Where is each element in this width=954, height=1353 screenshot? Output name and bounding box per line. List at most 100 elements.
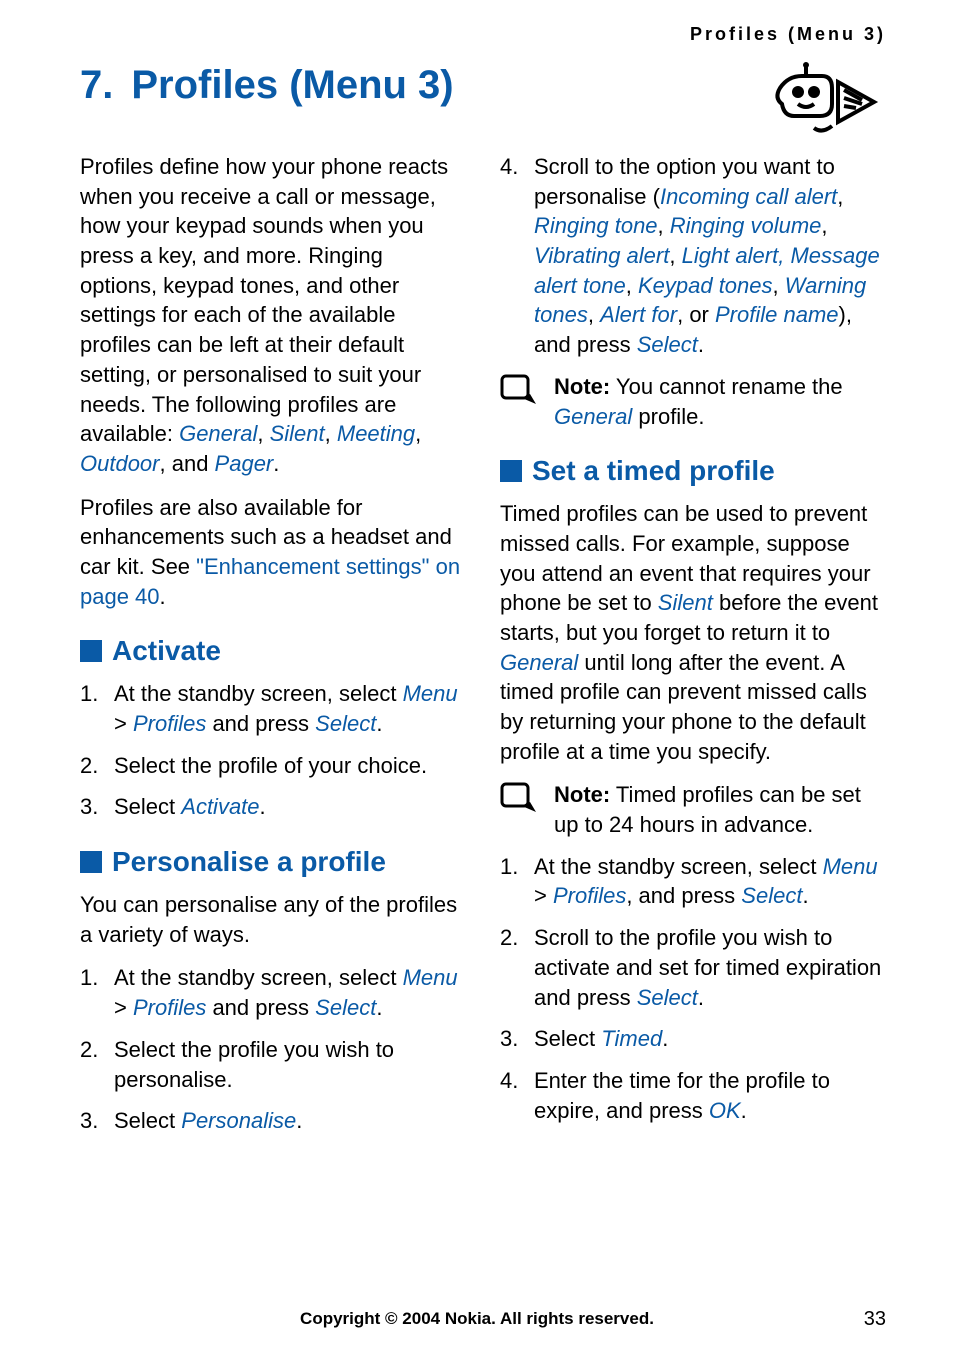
step-number: 4. [500, 152, 518, 182]
text: Enter the time for the profile to expire… [534, 1068, 830, 1123]
text: You cannot rename the [610, 374, 842, 399]
select-option: Select [741, 883, 802, 908]
list-item: 2. Select the profile of your choice. [80, 751, 466, 781]
incoming-call-alert-option: Incoming call alert [660, 184, 837, 209]
set-timed-profile-title: Set a timed profile [532, 455, 775, 487]
running-header: Profiles (Menu 3) [80, 24, 886, 45]
list-item: 3.Select Personalise. [80, 1106, 466, 1136]
personalise-intro: You can personalise any of the profiles … [80, 890, 466, 949]
text: profile. [632, 404, 704, 429]
silent-option: Silent [658, 590, 713, 615]
note-icon [500, 782, 540, 818]
page-footer: Copyright © 2004 Nokia. All rights reser… [0, 1309, 954, 1329]
left-column: Profiles define how your phone reacts wh… [80, 152, 466, 1148]
note-label: Note: [554, 374, 610, 399]
step-number: 3. [80, 792, 98, 822]
text: Scroll to the profile you wish to activa… [534, 925, 881, 1009]
ok-option: OK [709, 1098, 741, 1123]
text: Select [114, 794, 181, 819]
activate-steps: 1.At the standby screen, select Menu > P… [80, 679, 466, 822]
text: Select the profile you wish to personali… [114, 1037, 394, 1092]
list-item: 4. Enter the time for the profile to expi… [500, 1066, 886, 1125]
select-option: Select [637, 985, 698, 1010]
text: At the standby screen, select [534, 854, 823, 879]
menu-option: Menu [823, 854, 878, 879]
ringing-volume-option: Ringing volume [670, 213, 822, 238]
step-number: 1. [500, 852, 518, 882]
profiles-option: Profiles [133, 711, 206, 736]
square-bullet-icon [80, 851, 102, 873]
page-number: 33 [864, 1308, 886, 1331]
step-number: 3. [500, 1024, 518, 1054]
note-cannot-rename: Note: You cannot rename the General prof… [500, 372, 886, 431]
profiles-chapter-icon [766, 60, 886, 143]
intro-paragraph-2: Profiles are also available for enhancem… [80, 493, 466, 612]
step-number: 1. [80, 963, 98, 993]
timed-option: Timed [601, 1026, 662, 1051]
silent-option: Silent [270, 421, 325, 446]
text: Profiles define how your phone reacts wh… [80, 154, 448, 446]
select-option: Select [315, 711, 376, 736]
square-bullet-icon [500, 460, 522, 482]
step-number: 2. [80, 751, 98, 781]
square-bullet-icon [80, 640, 102, 662]
text: > [534, 883, 553, 908]
text: Select the profile of your choice. [114, 753, 427, 778]
set-timed-profile-steps: 1. At the standby screen, select Menu > P… [500, 852, 886, 1126]
step-number: 2. [80, 1035, 98, 1065]
list-item: 3.Select Timed. [500, 1024, 886, 1054]
text: and press [206, 711, 315, 736]
list-item: 3.Select Activate. [80, 792, 466, 822]
select-option: Select [315, 995, 376, 1020]
note-icon [500, 374, 540, 410]
list-item: 1. At the standby screen, select Menu > P… [500, 852, 886, 911]
intro-paragraph-1: Profiles define how your phone reacts wh… [80, 152, 466, 479]
list-item: 2. Select the profile you wish to persona… [80, 1035, 466, 1094]
menu-option: Menu [403, 965, 458, 990]
step-number: 4. [500, 1066, 518, 1096]
copyright-text: Copyright © 2004 Nokia. All rights reser… [300, 1309, 654, 1329]
note-timed-24h: Note: Timed profiles can be set up to 24… [500, 780, 886, 839]
text: , and [160, 451, 215, 476]
list-item: 1. At the standby screen, select Menu > P… [80, 963, 466, 1022]
chapter-title-text: Profiles (Menu 3) [131, 63, 453, 107]
text: At the standby screen, select [114, 681, 403, 706]
step-number: 2. [500, 923, 518, 953]
profiles-option: Profiles [553, 883, 626, 908]
personalise-steps: 1. At the standby screen, select Menu > P… [80, 963, 466, 1135]
activate-option: Activate [181, 794, 259, 819]
chapter-number: 7. [80, 63, 113, 107]
text: and press [206, 995, 315, 1020]
general-option: General [554, 404, 632, 429]
list-item: 1.At the standby screen, select Menu > P… [80, 679, 466, 738]
list-item: 2. Scroll to the profile you wish to acti… [500, 923, 886, 1012]
personalise-heading: Personalise a profile [80, 846, 466, 878]
list-item: 4.Scroll to the option you want to perso… [500, 152, 886, 360]
personalise-option: Personalise [181, 1108, 296, 1133]
pager-option: Pager [215, 451, 274, 476]
menu-option: Menu [403, 681, 458, 706]
text: Select [534, 1026, 601, 1051]
activate-heading: Activate [80, 635, 466, 667]
activate-title: Activate [112, 635, 221, 667]
step-number: 3. [80, 1106, 98, 1136]
ringing-tone-option: Ringing tone [534, 213, 658, 238]
text: , or [677, 302, 715, 327]
select-option: Select [637, 332, 698, 357]
light-alert-option: Light alert, [682, 243, 785, 268]
text: At the standby screen, select [114, 965, 403, 990]
right-column: 4.Scroll to the option you want to perso… [500, 152, 886, 1148]
meeting-option: Meeting [337, 421, 415, 446]
personalise-title: Personalise a profile [112, 846, 386, 878]
profiles-option: Profiles [133, 995, 206, 1020]
vibrating-alert-option: Vibrating alert [534, 243, 669, 268]
general-option: General [500, 650, 578, 675]
text: > [114, 711, 133, 736]
general-option: General [179, 421, 257, 446]
profile-name-option: Profile name [715, 302, 839, 327]
note-text: Note: Timed profiles can be set up to 24… [554, 780, 886, 839]
text: > [114, 995, 133, 1020]
set-timed-profile-intro: Timed profiles can be used to prevent mi… [500, 499, 886, 766]
text: Select [114, 1108, 181, 1133]
note-label: Note: [554, 782, 610, 807]
